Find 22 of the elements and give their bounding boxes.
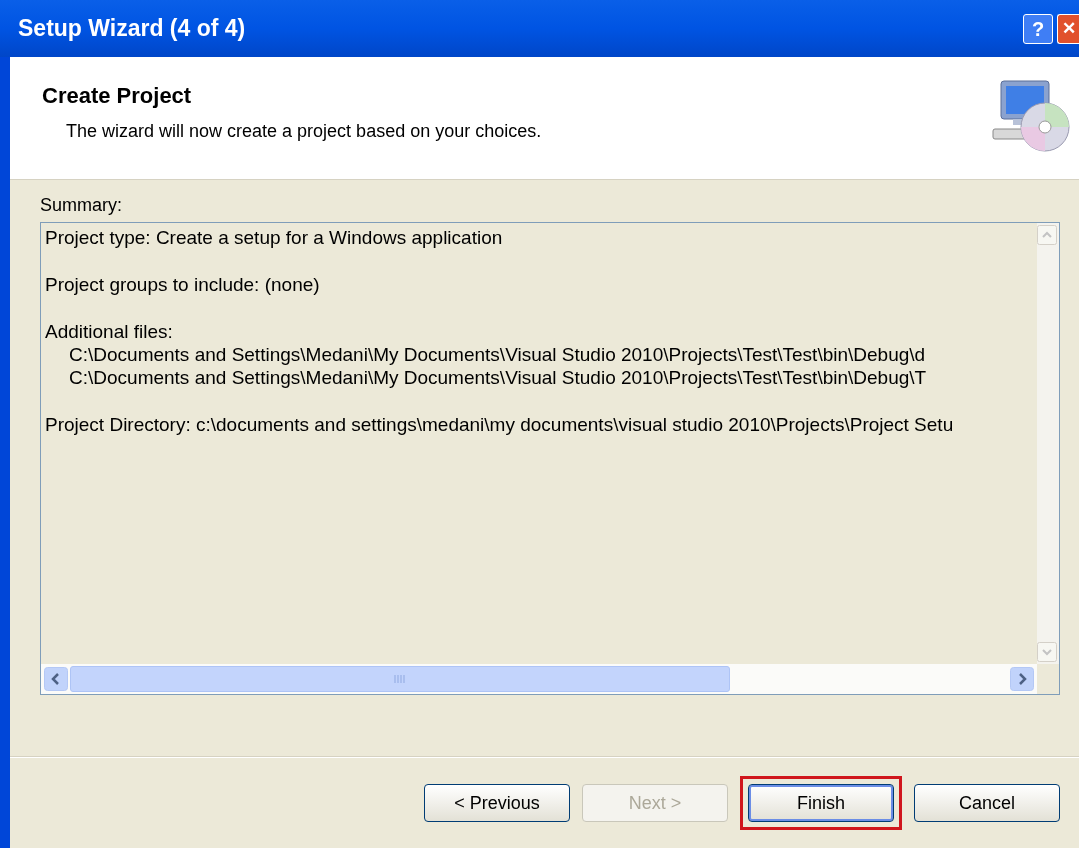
help-button[interactable]: ?: [1023, 13, 1053, 44]
scrollbar-thumb[interactable]: [70, 666, 730, 692]
summary-line: Additional files:: [45, 320, 173, 343]
window-title: Setup Wizard (4 of 4): [18, 14, 246, 44]
page-title: Create Project: [42, 82, 193, 110]
summary-line: Project Directory: c:\documents and settings\medani\my documents\visual studio 2010\Projects\Project Setu: [45, 413, 954, 436]
summary-line: Project groups to include: (none): [45, 273, 320, 296]
file-path: C:\Documents and Settings\Medani\My Documents\Visual Studio 2010\Projects\Test\Test\bin\Debug\d: [68, 343, 926, 366]
scroll-right-icon[interactable]: [1010, 667, 1034, 691]
scroll-left-icon[interactable]: [44, 667, 68, 691]
computer-disc-icon: [991, 79, 1071, 155]
close-button[interactable]: ✕: [1057, 13, 1079, 44]
wizard-button[interactable]: Finish: [748, 784, 894, 822]
file-path: C:\Documents and Settings\Medani\My Documents\Visual Studio 2010\Projects\Test\Test\bin\Debug\T: [68, 366, 927, 389]
grip-icon: [394, 675, 406, 683]
scroll-down-icon[interactable]: [1037, 642, 1057, 662]
summary-line: Project type: Create a setup for a Windows application: [45, 226, 503, 249]
wizard-button[interactable]: < Previous: [424, 784, 570, 822]
wizard-button[interactable]: Cancel: [914, 784, 1060, 822]
page-description: The wizard will now create a project based on your choices.: [65, 120, 542, 143]
summary-label: Summary:: [40, 194, 123, 217]
scroll-up-icon[interactable]: [1037, 225, 1057, 245]
